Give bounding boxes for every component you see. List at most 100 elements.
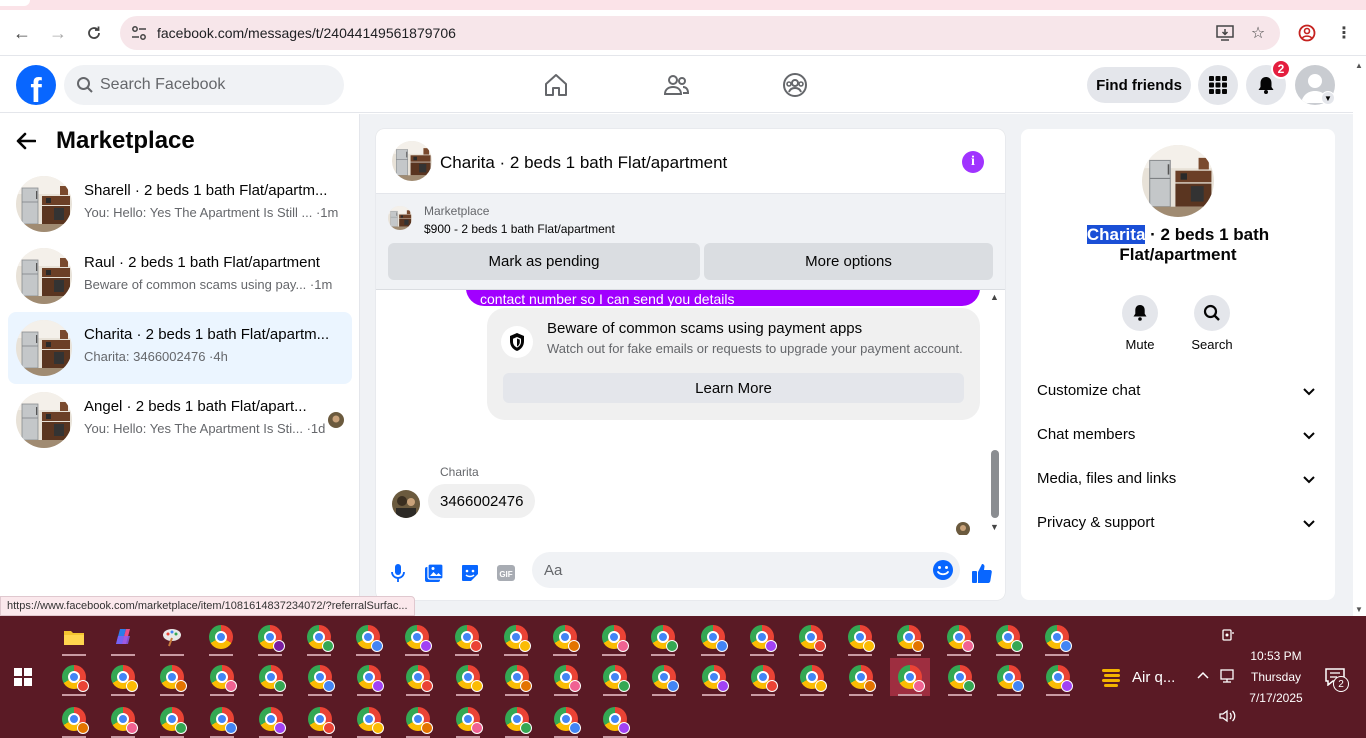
chrome-icon[interactable] (594, 618, 634, 656)
system-clock[interactable]: 10:53 PM Thursday 7/17/2025 (1240, 646, 1312, 709)
url-text[interactable]: facebook.com/messages/t/2404414956187970… (157, 25, 456, 41)
message-thread[interactable]: contact number so I can send you details… (376, 290, 1005, 535)
search-in-chat-button[interactable]: Search (1182, 295, 1242, 352)
conversation-item[interactable]: Sharell · 2 beds 1 bath Flat/apartm... Yo… (8, 168, 352, 240)
chrome-icon[interactable] (152, 658, 192, 696)
paint-app-icon[interactable] (152, 618, 192, 656)
more-options-button[interactable]: More options (704, 243, 993, 280)
chrome-icon[interactable] (693, 618, 733, 656)
sticker-icon[interactable] (458, 561, 482, 585)
chrome-icon[interactable] (448, 700, 488, 738)
chrome-icon[interactable] (250, 618, 290, 656)
page-scrollbar[interactable]: ▲ ▼ (1353, 57, 1366, 616)
meet-now-icon[interactable] (1221, 628, 1235, 645)
home-icon[interactable] (542, 71, 570, 99)
chrome-icon[interactable] (988, 618, 1028, 656)
chrome-icon[interactable] (349, 700, 389, 738)
conversation-item[interactable]: Angel · 2 beds 1 bath Flat/apart... You: … (8, 384, 352, 456)
chrome-icon[interactable] (152, 700, 192, 738)
chrome-icon[interactable] (546, 658, 586, 696)
chat-scrollbar[interactable]: ▲ ▼ (988, 290, 1002, 535)
chrome-icon[interactable] (595, 700, 635, 738)
chevron-down-icon[interactable]: ▼ (1321, 91, 1335, 105)
chat-title[interactable]: Charita · 2 beds 1 bath Flat/apartment (440, 153, 727, 173)
chevron-up-icon[interactable] (1196, 668, 1210, 683)
chrome-icon[interactable] (840, 618, 880, 656)
chrome-icon[interactable] (1038, 658, 1078, 696)
message-input-box[interactable] (532, 552, 960, 588)
site-settings-icon[interactable] (130, 24, 148, 42)
mute-button[interactable]: Mute (1110, 295, 1170, 352)
chrome-icon[interactable] (792, 658, 832, 696)
info-icon[interactable]: i (962, 151, 984, 173)
details-section-row[interactable]: Customize chat (1029, 369, 1327, 413)
volume-icon[interactable] (1219, 709, 1237, 726)
facebook-logo[interactable]: f (16, 65, 56, 105)
chrome-icon[interactable] (448, 658, 488, 696)
chrome-icon[interactable] (940, 658, 980, 696)
scroll-up-icon[interactable]: ▲ (1355, 61, 1363, 70)
chrome-icon[interactable] (202, 658, 242, 696)
chrome-icon[interactable] (398, 658, 438, 696)
chrome-icon[interactable] (497, 658, 537, 696)
chrome-icon[interactable] (398, 700, 438, 738)
chrome-icon[interactable] (643, 618, 683, 656)
menu-grid-icon[interactable] (1198, 65, 1238, 105)
chrome-icon[interactable] (742, 618, 782, 656)
chrome-icon[interactable] (890, 658, 931, 696)
listing-mini-thumbnail[interactable] (388, 206, 412, 230)
chrome-icon[interactable] (497, 700, 537, 738)
chrome-icon[interactable] (349, 658, 389, 696)
chrome-icon[interactable] (1037, 618, 1077, 656)
chrome-icon[interactable] (447, 618, 487, 656)
photo-icon[interactable] (422, 561, 446, 585)
install-app-icon[interactable] (1214, 22, 1236, 44)
message-input[interactable] (544, 552, 924, 588)
chrome-icon[interactable] (496, 618, 536, 656)
facebook-search[interactable] (64, 65, 344, 105)
back-arrow-icon[interactable] (16, 126, 46, 156)
friends-icon[interactable] (662, 71, 690, 99)
chrome-icon[interactable] (300, 700, 340, 738)
chrome-icon[interactable] (841, 658, 881, 696)
chrome-icon[interactable] (299, 618, 339, 656)
back-icon[interactable]: ← (10, 21, 34, 45)
conversation-item[interactable]: Charita · 2 beds 1 bath Flat/apartm... Ch… (8, 312, 352, 384)
weather-widget[interactable]: Air q... (1100, 666, 1175, 688)
chrome-icon[interactable] (939, 618, 979, 656)
active-tab[interactable] (0, 0, 30, 6)
reload-icon[interactable] (82, 21, 106, 45)
chrome-icon[interactable] (889, 618, 929, 656)
chrome-icon[interactable] (251, 658, 291, 696)
sent-message-bubble[interactable]: contact number so I can send you details (466, 290, 980, 306)
mark-as-pending-button[interactable]: Mark as pending (388, 243, 700, 280)
file-explorer-icon[interactable] (54, 618, 94, 656)
details-section-row[interactable]: Chat members (1029, 413, 1327, 457)
address-bar[interactable]: facebook.com/messages/t/2404414956187970… (120, 16, 1280, 50)
sender-avatar[interactable] (392, 490, 420, 518)
gif-icon[interactable]: GIF (494, 561, 518, 585)
listing-thumbnail[interactable] (392, 141, 432, 181)
details-section-row[interactable]: Privacy & support (1029, 501, 1327, 545)
chrome-icon[interactable] (54, 658, 94, 696)
chrome-icon[interactable] (397, 618, 437, 656)
details-listing-image[interactable] (1142, 145, 1214, 217)
scroll-up-icon[interactable]: ▲ (990, 292, 999, 302)
forward-icon[interactable]: → (46, 21, 70, 45)
listing-price-title[interactable]: $900 - 2 beds 1 bath Flat/apartment (424, 222, 615, 236)
chrome-icon[interactable] (348, 618, 388, 656)
chrome-icon[interactable] (201, 618, 241, 656)
learn-more-button[interactable]: Learn More (503, 373, 964, 403)
chrome-icon[interactable] (546, 700, 586, 738)
chrome-icon[interactable] (644, 658, 684, 696)
scroll-down-icon[interactable]: ▼ (990, 522, 999, 532)
chrome-icon[interactable] (743, 658, 783, 696)
emoji-icon[interactable] (932, 559, 954, 581)
chrome-icon[interactable] (694, 658, 734, 696)
search-input[interactable] (100, 65, 330, 105)
network-icon[interactable] (1218, 669, 1236, 686)
conversation-item[interactable]: Raul · 2 beds 1 bath Flat/apartment Bewar… (8, 240, 352, 312)
groups-icon[interactable] (781, 71, 809, 99)
chrome-icon[interactable] (103, 700, 143, 738)
chrome-icon[interactable] (251, 700, 291, 738)
